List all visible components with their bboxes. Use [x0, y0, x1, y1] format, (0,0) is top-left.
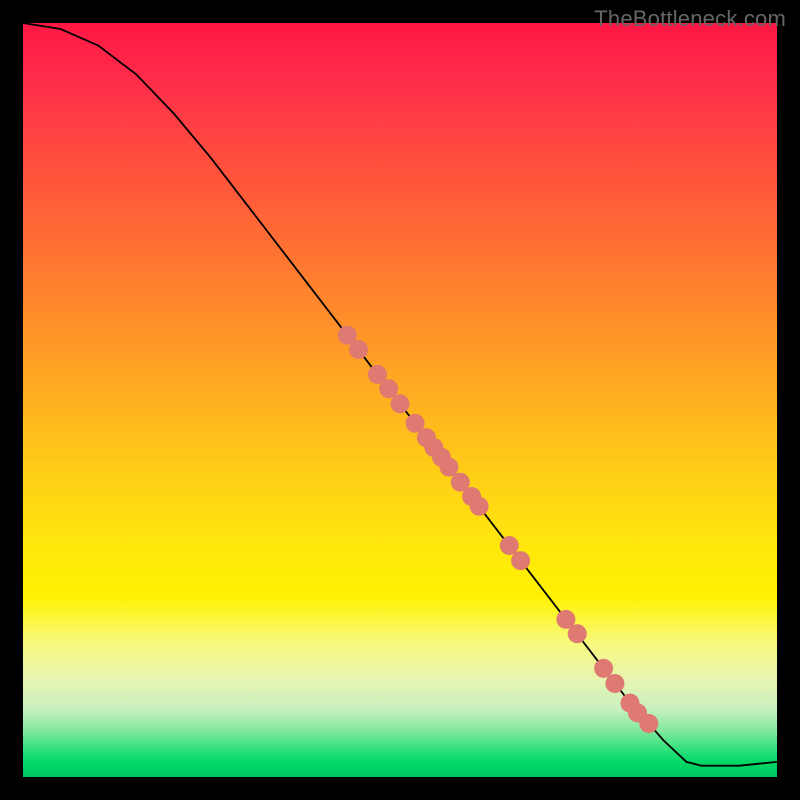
data-marker	[391, 394, 410, 413]
attribution-text: TheBottleneck.com	[594, 6, 786, 32]
data-marker	[594, 659, 613, 678]
data-marker	[568, 624, 587, 643]
data-marker	[605, 674, 624, 693]
data-marker	[349, 340, 368, 359]
data-marker	[379, 379, 398, 398]
plot-area	[23, 23, 777, 777]
data-marker	[470, 497, 489, 516]
data-marker	[511, 551, 530, 570]
data-marker	[500, 536, 519, 555]
data-marker	[639, 714, 658, 733]
chart-svg	[23, 23, 777, 777]
markers-group	[338, 326, 659, 733]
data-marker	[440, 458, 459, 477]
